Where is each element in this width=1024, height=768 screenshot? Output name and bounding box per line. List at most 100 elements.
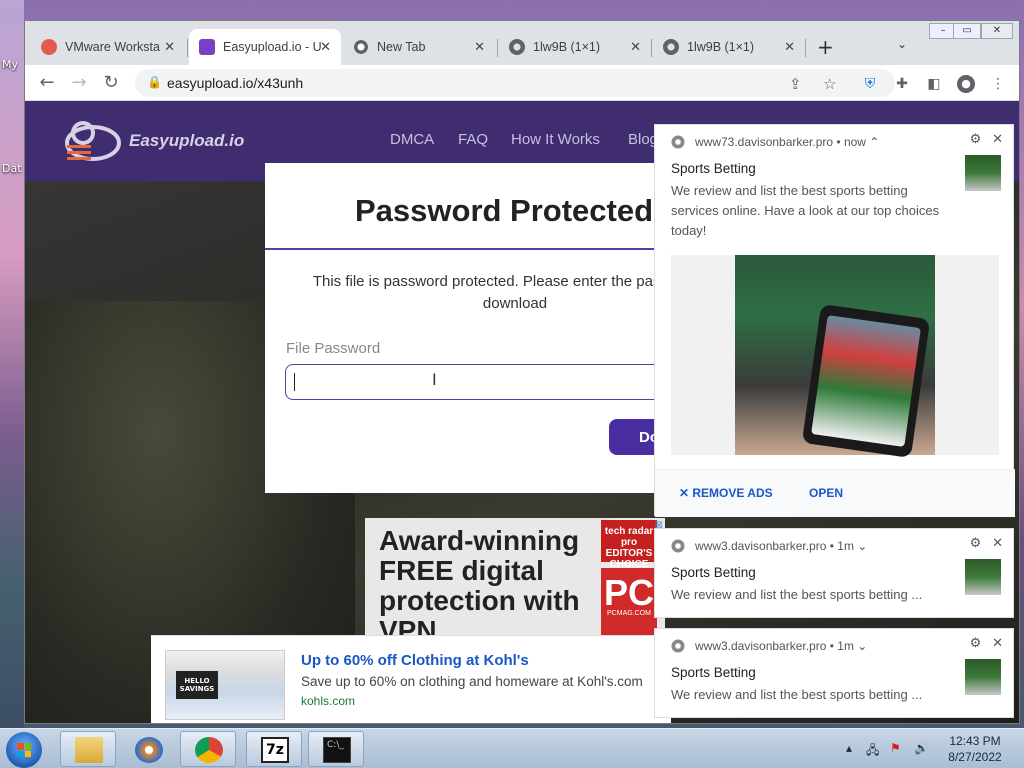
tab-vmware[interactable]: VMware Worksta ✕	[31, 29, 185, 65]
pcmag-badge-text: PC	[603, 572, 654, 613]
tab-title: 1lw9B (1×1)	[533, 40, 601, 54]
volume-icon[interactable]: 🔊	[914, 741, 929, 755]
tab-new-tab[interactable]: New Tab ✕	[343, 29, 495, 65]
kohls-thumb-text: HELLO SAVINGS	[176, 671, 218, 699]
tab-close-icon[interactable]: ✕	[474, 39, 485, 55]
media-player-icon	[135, 737, 163, 763]
site-logo-text[interactable]: Easyupload.io	[129, 131, 244, 151]
tab-close-icon[interactable]: ✕	[784, 39, 795, 55]
browser-toolbar: ← → ↻ 🔒 easyupload.io/x43unh ⇪ ☆ ⛨ ✚ ◧ ●…	[25, 65, 1019, 101]
desktop-icon-label[interactable]: Dat	[2, 162, 22, 175]
notification-card[interactable]: www3.davisonbarker.pro • 1m ⌄ ⚙ ✕ Sports…	[654, 528, 1014, 618]
notification-card[interactable]: www73.davisonbarker.pro • now ⌃ ⚙ ✕ Spor…	[654, 124, 1015, 517]
remove-ads-label: REMOVE ADS	[692, 486, 773, 500]
taskbar-clock[interactable]: 12:43 PM 8/27/2022	[940, 733, 1010, 765]
taskbar: 7z C:\_ ▴ 🖧 ⚑ 🔊 12:43 PM 8/27/2022	[0, 728, 1024, 768]
tab-title: 1lw9B (1×1)	[687, 40, 755, 54]
7zip-icon: 7z	[261, 737, 289, 763]
explorer-icon	[75, 737, 103, 763]
menu-kebab-icon[interactable]: ⋮	[989, 75, 1007, 93]
taskbar-7zip[interactable]: 7z	[246, 731, 302, 767]
close-window-button[interactable]: ✕	[981, 23, 1013, 39]
kohls-ad-title[interactable]: Up to 60% off Clothing at Kohl's	[301, 652, 529, 669]
tab-title: VMware Worksta	[65, 40, 160, 54]
globe-icon	[509, 39, 525, 55]
notification-time: 1m	[837, 639, 854, 653]
maximize-button[interactable]: ▭	[953, 23, 981, 39]
notification-controls: ⚙ ✕	[970, 535, 1003, 551]
easyupload-favicon-icon	[199, 39, 215, 55]
desktop-icon-label[interactable]: My	[2, 58, 18, 71]
cmd-icon: C:\_	[323, 737, 351, 763]
cloud-logo-icon	[65, 121, 121, 161]
password-input[interactable]: I	[285, 364, 705, 400]
back-arrow-icon[interactable]: ←	[35, 71, 59, 95]
address-bar[interactable]: 🔒 easyupload.io/x43unh ⇪ ☆	[135, 69, 895, 97]
globe-icon	[663, 39, 679, 55]
close-icon[interactable]: ✕	[992, 535, 1003, 550]
tab-search-chevron-icon[interactable]: ⌄	[897, 37, 907, 51]
side-panel-icon[interactable]: ◧	[925, 75, 943, 93]
vmware-favicon-icon	[41, 39, 57, 55]
remove-ads-button[interactable]: ✕ REMOVE ADS	[679, 486, 773, 500]
chrome-small-icon	[671, 639, 685, 653]
notification-actions: ✕ REMOVE ADS OPEN	[655, 469, 1015, 517]
tab-strip: VMware Worksta ✕ Easyupload.io - U ✕ New…	[25, 21, 1019, 65]
taskbar-media-player[interactable]	[120, 731, 176, 767]
taskbar-chrome[interactable]	[180, 731, 236, 767]
chevron-down-icon[interactable]: ⌄	[857, 639, 867, 653]
notification-site-name: www73.davisonbarker.pro	[695, 135, 834, 149]
action-center-flag-icon[interactable]: ⚑	[890, 741, 901, 755]
close-icon[interactable]: ✕	[992, 131, 1003, 146]
notification-controls: ⚙ ✕	[970, 131, 1003, 147]
settings-gear-icon[interactable]: ⚙	[970, 131, 982, 146]
notification-thumbnail	[965, 659, 1001, 695]
profile-avatar-icon[interactable]: ●	[957, 75, 975, 93]
new-tab-button[interactable]: +	[817, 35, 834, 59]
notification-body: We review and list the best sports betti…	[671, 687, 923, 702]
phone-image	[801, 304, 931, 458]
bookmark-star-icon[interactable]: ☆	[823, 75, 836, 93]
forward-arrow-icon[interactable]: →	[67, 71, 91, 95]
kohls-ad[interactable]: HELLO SAVINGS Up to 60% off Clothing at …	[151, 635, 671, 723]
chevron-down-icon[interactable]: ⌄	[857, 539, 867, 553]
notification-body: We review and list the best sports betti…	[671, 587, 923, 602]
shield-extension-icon[interactable]: ⛨	[861, 75, 879, 93]
chrome-favicon-icon	[353, 39, 369, 55]
tab-close-icon[interactable]: ✕	[320, 39, 331, 55]
chevron-up-icon[interactable]: ⌃	[869, 135, 879, 149]
notification-card[interactable]: www3.davisonbarker.pro • 1m ⌄ ⚙ ✕ Sports…	[654, 628, 1014, 718]
tab-close-icon[interactable]: ✕	[164, 39, 175, 55]
reload-icon[interactable]: ↻	[99, 71, 123, 95]
chrome-small-icon	[671, 539, 685, 553]
settings-gear-icon[interactable]: ⚙	[970, 635, 982, 650]
taskbar-explorer[interactable]	[60, 731, 116, 767]
extensions-puzzle-icon[interactable]: ✚	[893, 75, 911, 93]
nav-link-dmca[interactable]: DMCA	[390, 131, 434, 148]
share-icon[interactable]: ⇪	[789, 75, 802, 93]
lock-icon[interactable]: 🔒	[147, 75, 162, 89]
tab-easyupload[interactable]: Easyupload.io - U ✕	[189, 29, 341, 65]
notification-image	[671, 255, 999, 458]
notification-thumbnail	[965, 559, 1001, 595]
text-caret	[294, 373, 295, 391]
close-icon[interactable]: ✕	[992, 635, 1003, 650]
text-cursor-icon: I	[432, 370, 437, 389]
clock-date: 8/27/2022	[948, 750, 1002, 764]
tab-close-icon[interactable]: ✕	[630, 39, 641, 55]
start-button[interactable]	[6, 732, 42, 768]
kohls-ad-domain[interactable]: kohls.com	[301, 694, 355, 708]
show-hidden-icons[interactable]: ▴	[846, 741, 852, 755]
password-modal: Password Protected This file is password…	[265, 163, 717, 493]
nav-link-how-it-works[interactable]: How It Works	[511, 131, 600, 148]
taskbar-cmd[interactable]: C:\_	[308, 731, 364, 767]
nav-link-faq[interactable]: FAQ	[458, 131, 488, 148]
url-text[interactable]: easyupload.io/x43unh	[167, 75, 303, 91]
tab-1lw9b-2[interactable]: 1lw9B (1×1) ✕	[653, 29, 805, 65]
tab-title: Easyupload.io - U	[223, 40, 322, 54]
open-button[interactable]: OPEN	[809, 486, 843, 500]
settings-gear-icon[interactable]: ⚙	[970, 535, 982, 550]
vpn-ad-banner[interactable]: Award-winning FREE digital protection wi…	[365, 518, 665, 638]
network-icon[interactable]: 🖧	[866, 741, 879, 762]
tab-1lw9b[interactable]: 1lw9B (1×1) ✕	[499, 29, 651, 65]
